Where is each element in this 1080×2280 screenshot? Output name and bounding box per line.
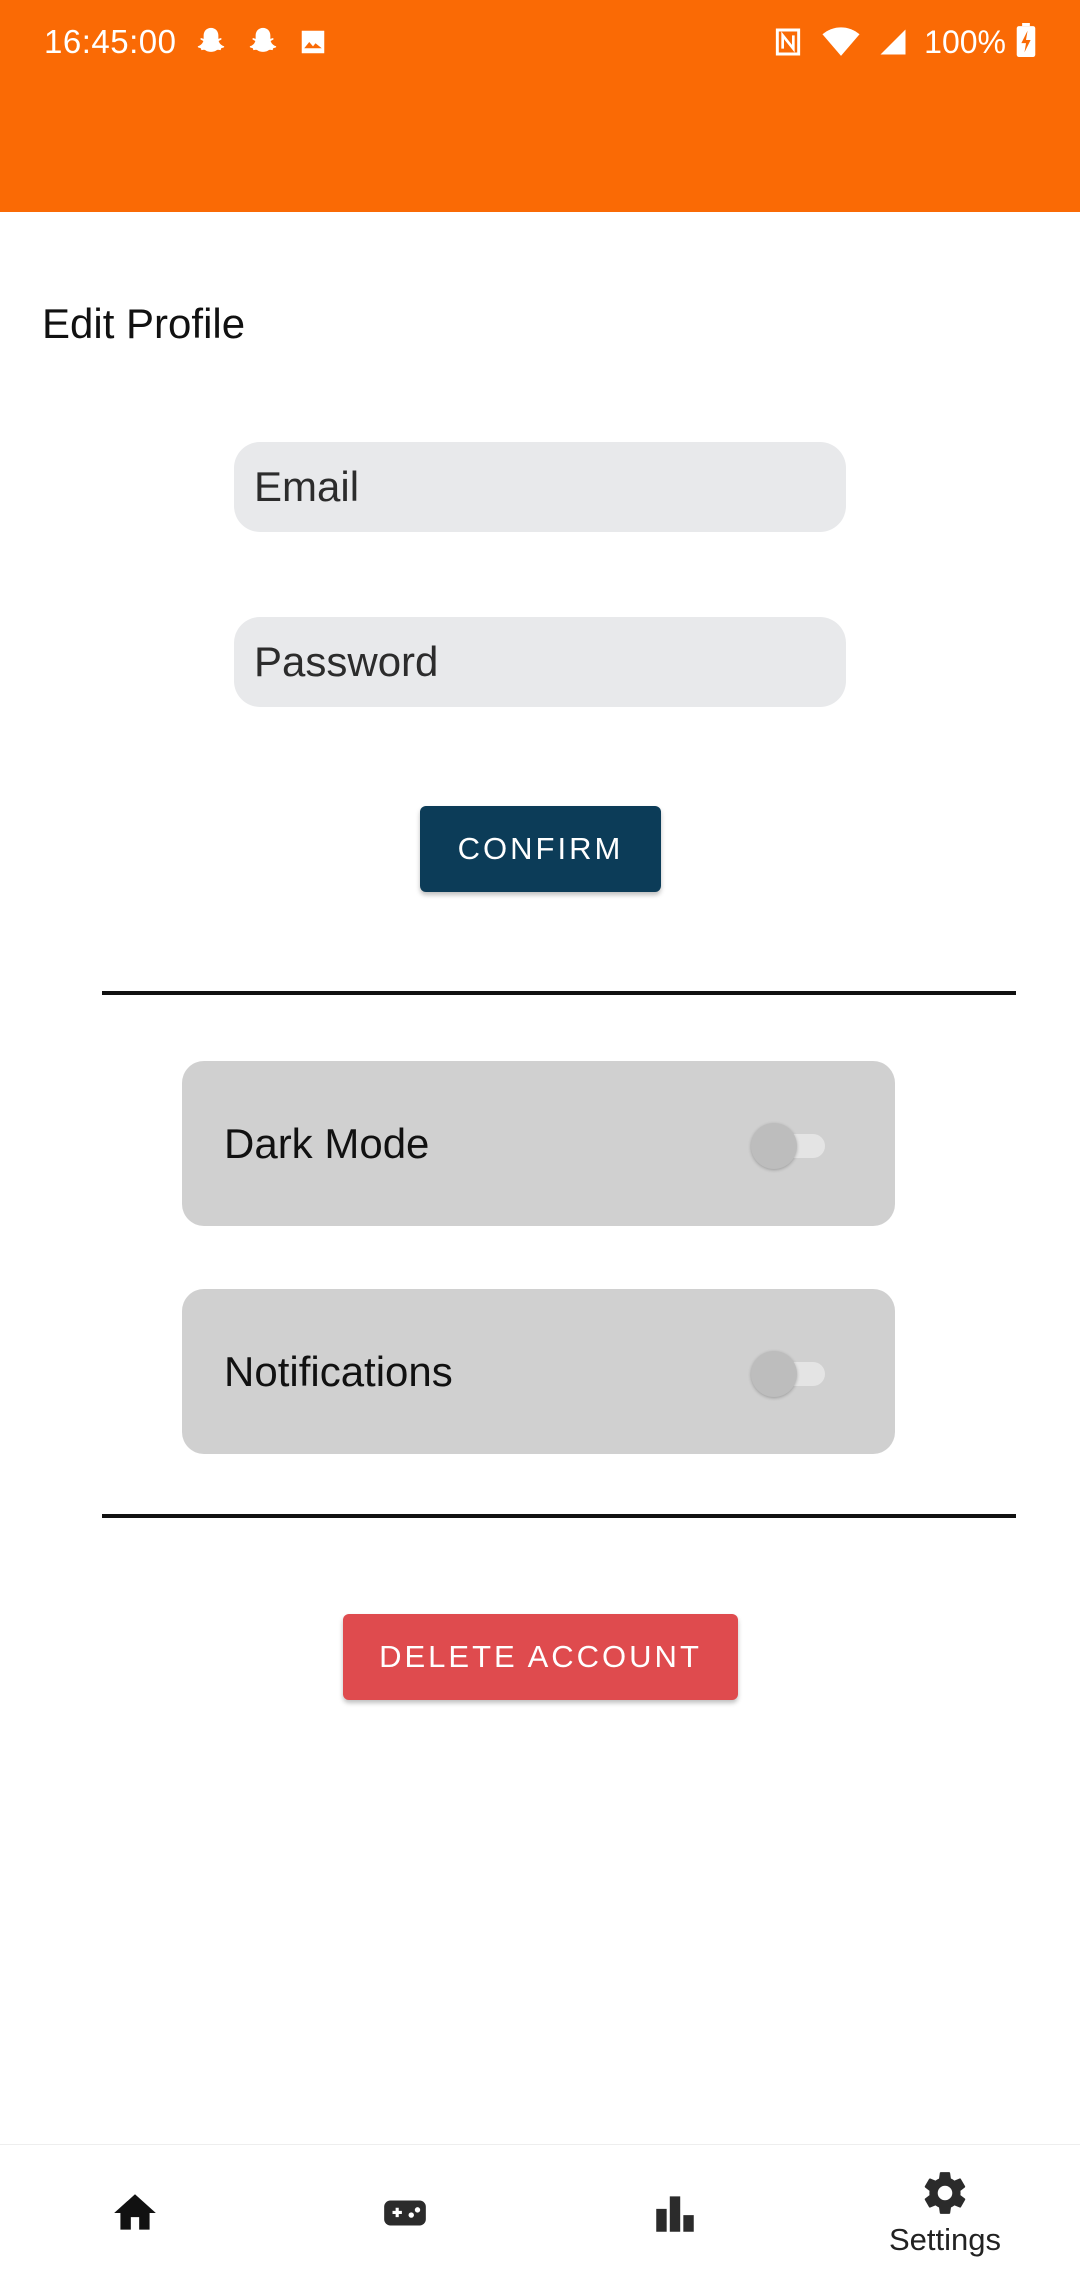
app-bar: 16:45:00 100%: [0, 0, 1080, 212]
delete-account-button[interactable]: DELETE ACCOUNT: [343, 1614, 738, 1700]
notifications-toggle[interactable]: [751, 1349, 827, 1397]
edit-profile-title: Edit Profile: [42, 300, 246, 347]
snapchat-icon: [194, 25, 228, 59]
nav-item-games[interactable]: [270, 2145, 540, 2280]
divider: [102, 991, 1016, 995]
nav-item-settings[interactable]: Settings: [810, 2145, 1080, 2280]
notifications-label: Notifications: [224, 1347, 453, 1395]
notifications-card: Notifications: [182, 1289, 895, 1454]
nav-label-settings: Settings: [888, 2221, 1001, 2257]
dark-mode-label: Dark Mode: [224, 1119, 430, 1167]
battery-charging-icon: [1016, 22, 1036, 62]
email-field[interactable]: [234, 442, 846, 532]
bar-chart-icon: [650, 2188, 700, 2238]
status-bar: 16:45:00 100%: [0, 0, 1080, 84]
signal-icon: [878, 27, 908, 57]
snapchat-icon: [246, 25, 280, 59]
dark-mode-card: Dark Mode: [182, 1061, 895, 1226]
nav-item-home[interactable]: [0, 2145, 270, 2280]
settings-screen: 16:45:00 100% Edit Profile Email CONFIRM…: [0, 0, 1080, 2280]
divider: [102, 1514, 1016, 1518]
nav-item-stats[interactable]: [540, 2145, 810, 2280]
status-right: 100%: [754, 22, 1036, 62]
wifi-icon: [822, 25, 860, 59]
confirm-button[interactable]: CONFIRM: [420, 806, 661, 892]
bottom-navigation: Settings: [0, 2144, 1080, 2280]
image-icon: [298, 27, 328, 57]
nfc-icon: [772, 26, 804, 58]
home-icon: [110, 2188, 160, 2238]
battery-percentage: 100%: [924, 23, 1006, 60]
toggle-thumb: [751, 1122, 797, 1169]
toggle-thumb: [751, 1350, 797, 1397]
status-left: 16:45:00: [44, 23, 328, 61]
status-time: 16:45:00: [44, 23, 177, 60]
dark-mode-toggle[interactable]: [751, 1121, 827, 1169]
password-field[interactable]: [234, 617, 846, 707]
gear-icon: [920, 2168, 970, 2218]
gamepad-icon: [380, 2188, 430, 2238]
